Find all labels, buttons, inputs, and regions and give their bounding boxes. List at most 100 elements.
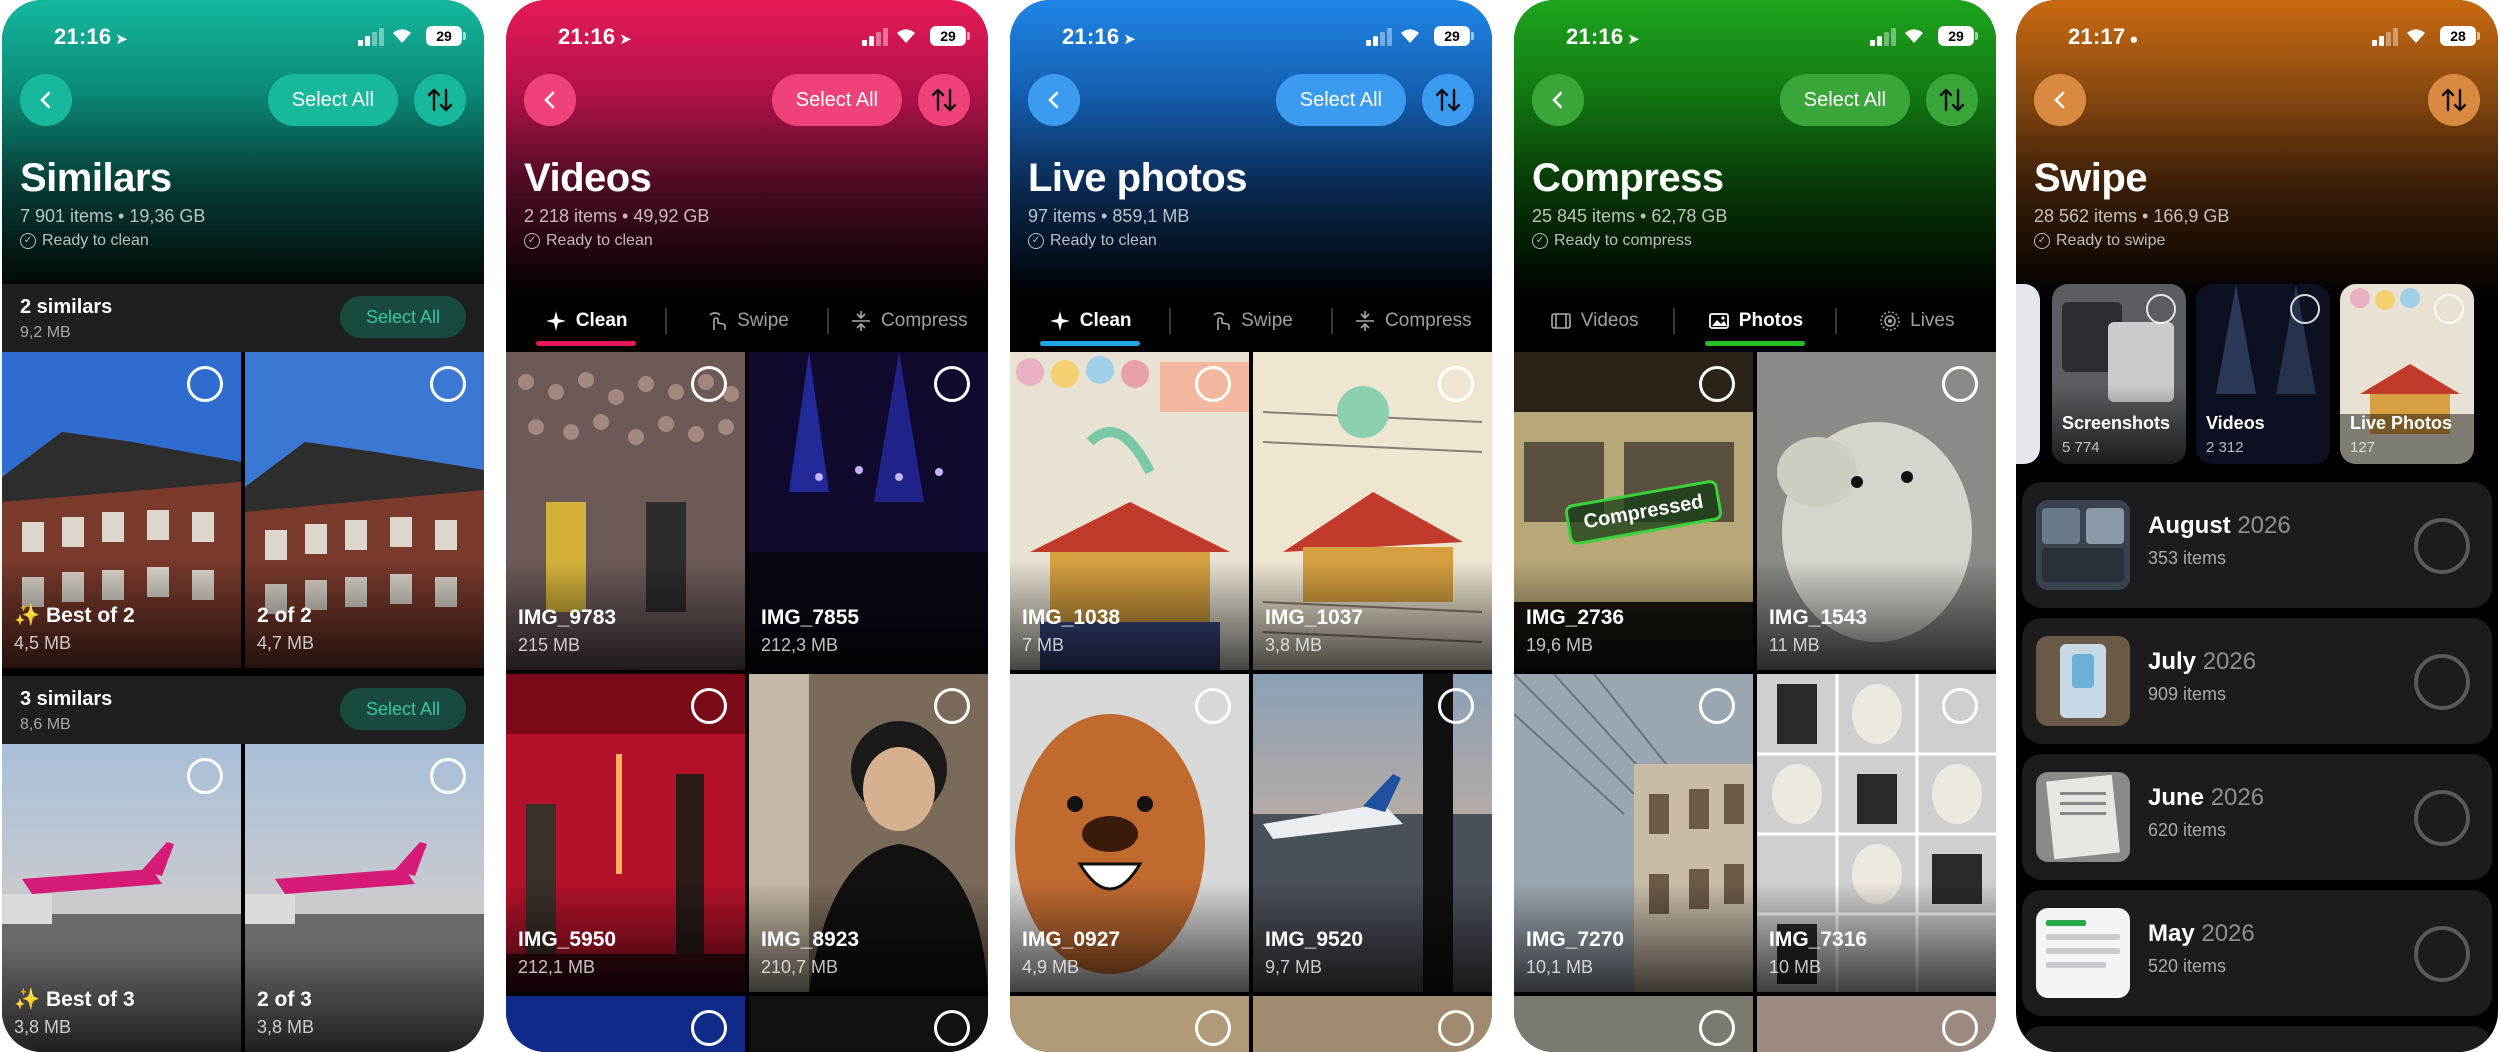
photo-name: IMG_9520 (1265, 928, 1364, 951)
tab-videos[interactable]: Videos (1514, 290, 1673, 352)
select-circle[interactable] (430, 758, 466, 794)
select-circle[interactable] (691, 366, 727, 402)
select-circle[interactable] (1942, 1010, 1978, 1046)
month-row[interactable]: July 2026 909 items (2022, 618, 2492, 744)
photo-thumbnail[interactable]: 2 of 2 4,7 MB (245, 352, 484, 668)
select-all-button[interactable]: Select All (771, 74, 902, 126)
tab-photos[interactable]: Photos (1675, 290, 1834, 352)
chevron-left-icon (40, 91, 51, 109)
photo-thumbnail[interactable] (1514, 996, 1753, 1052)
live-photo-thumbnail[interactable]: IMG_1037 3,8 MB (1253, 352, 1492, 670)
chevron-left-icon (544, 91, 555, 109)
select-circle[interactable] (187, 366, 223, 402)
sort-button[interactable] (2428, 74, 2480, 126)
tab-label: Lives (1910, 310, 1955, 331)
select-circle[interactable] (2146, 294, 2176, 324)
video-thumbnail[interactable]: IMG_9783 215 MB (506, 352, 745, 670)
thumbnail-grid: IMG_9783 215 MB IMG_7855 212,3 MB IMG_59… (506, 352, 988, 1052)
select-circle[interactable] (2290, 294, 2320, 324)
select-all-button[interactable]: Select All (1275, 74, 1406, 126)
live-photo-thumbnail[interactable] (1253, 996, 1492, 1052)
sort-button[interactable] (1422, 74, 1474, 126)
month-count: 909 items (2148, 684, 2227, 704)
album-card[interactable]: Screenshots 5 774 (2052, 284, 2186, 464)
month-row[interactable] (2022, 1026, 2492, 1052)
live-photo-thumbnail[interactable]: IMG_0927 4,9 MB (1010, 674, 1249, 992)
select-circle[interactable] (934, 366, 970, 402)
select-circle[interactable] (2414, 926, 2470, 982)
video-thumbnail[interactable]: IMG_5950 212,1 MB (506, 674, 745, 992)
live-photo-thumbnail[interactable]: IMG_1038 7 MB (1010, 352, 1249, 670)
select-circle[interactable] (1438, 366, 1474, 402)
select-circle[interactable] (1438, 1010, 1474, 1046)
sort-button[interactable] (1926, 74, 1978, 126)
select-circle[interactable] (2414, 654, 2470, 710)
group-select-all-button[interactable]: Select All (339, 296, 466, 338)
back-button[interactable] (2034, 74, 2086, 126)
back-button[interactable] (1532, 74, 1584, 126)
swipe-hand-icon (709, 312, 726, 330)
film-icon (1550, 313, 1571, 329)
back-button[interactable] (20, 74, 72, 126)
photo-thumbnail[interactable]: IMG_7270 10,1 MB (1514, 674, 1753, 992)
select-circle[interactable] (934, 688, 970, 724)
live-photo-thumbnail[interactable]: IMG_9520 9,7 MB (1253, 674, 1492, 992)
clock: 21:16 ➤ (1566, 24, 1641, 49)
group-select-all-button[interactable]: Select All (339, 688, 466, 730)
album-card[interactable]: Live Photos 127 (2340, 284, 2474, 464)
select-circle[interactable] (430, 366, 466, 402)
tab-label: Compress (1385, 310, 1472, 331)
photo-name: IMG_1543 (1769, 606, 1868, 629)
video-thumbnail[interactable]: IMG_8923 210,7 MB (749, 674, 988, 992)
select-circle[interactable] (1699, 1010, 1735, 1046)
select-circle[interactable] (1195, 1010, 1231, 1046)
video-thumbnail[interactable] (506, 996, 745, 1052)
photo-thumbnail[interactable]: IMG_1543 11 MB (1757, 352, 1996, 670)
group-title: 2 similars (20, 296, 113, 318)
month-row[interactable]: May 2026 520 items (2022, 890, 2492, 1016)
tab-compress[interactable]: Compress (829, 290, 988, 352)
photo-thumbnail[interactable]: Compressed IMG_2736 19,6 MB (1514, 352, 1753, 670)
back-button[interactable] (524, 74, 576, 126)
select-circle[interactable] (1942, 366, 1978, 402)
month-row[interactable]: August 2026 353 items (2022, 482, 2492, 608)
sort-button[interactable] (414, 74, 466, 126)
signal-icon (862, 28, 888, 46)
video-name: IMG_9783 (518, 606, 617, 629)
tab-clean[interactable]: Clean (1010, 290, 1169, 352)
video-thumbnail[interactable]: IMG_7855 212,3 MB (749, 352, 988, 670)
select-circle[interactable] (691, 1010, 727, 1046)
select-all-button[interactable]: Select All (267, 74, 398, 126)
select-circle[interactable] (2414, 518, 2470, 574)
photo-thumbnail[interactable]: ✨ Best of 3 3,8 MB (2, 744, 241, 1052)
tab-clean[interactable]: Clean (506, 290, 665, 352)
tab-compress[interactable]: Compress (1333, 290, 1492, 352)
photo-thumbnail[interactable]: ✨ Best of 2 4,5 MB (2, 352, 241, 668)
video-thumbnail[interactable] (749, 996, 988, 1052)
tab-lives[interactable]: Lives (1837, 290, 1996, 352)
select-circle[interactable] (187, 758, 223, 794)
select-circle[interactable] (1195, 366, 1231, 402)
select-circle[interactable] (1699, 366, 1735, 402)
select-circle[interactable] (1699, 688, 1735, 724)
select-circle[interactable] (2414, 790, 2470, 846)
sort-button[interactable] (918, 74, 970, 126)
tab-swipe[interactable]: Swipe (1171, 290, 1330, 352)
photo-thumbnail[interactable]: IMG_7316 10 MB (1757, 674, 1996, 992)
select-circle[interactable] (1438, 688, 1474, 724)
photo-thumbnail[interactable]: 2 of 3 3,8 MB (245, 744, 484, 1052)
tab-swipe[interactable]: Swipe (667, 290, 826, 352)
select-circle[interactable] (1195, 688, 1231, 724)
select-circle[interactable] (691, 688, 727, 724)
album-card-partial[interactable] (2016, 284, 2040, 464)
album-card[interactable]: Videos 2 312 (2196, 284, 2330, 464)
library-summary: 28 562 items • 166,9 GB (2034, 206, 2230, 226)
back-button[interactable] (1028, 74, 1080, 126)
select-circle[interactable] (934, 1010, 970, 1046)
select-all-button[interactable]: Select All (1779, 74, 1910, 126)
live-photo-thumbnail[interactable] (1010, 996, 1249, 1052)
select-circle[interactable] (1942, 688, 1978, 724)
select-circle[interactable] (2434, 294, 2464, 324)
photo-thumbnail[interactable] (1757, 996, 1996, 1052)
month-row[interactable]: June 2026 620 items (2022, 754, 2492, 880)
